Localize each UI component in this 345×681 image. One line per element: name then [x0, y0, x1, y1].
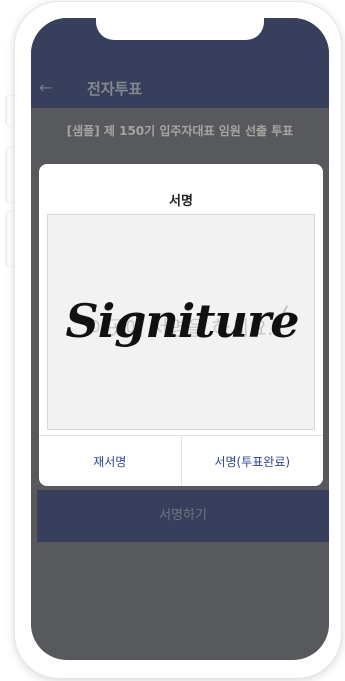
signature-modal: 서명 이곳에 서명을 하세요. ╱ Signiture 재서명 서명(투표완료)	[39, 164, 323, 486]
signature-text: Signiture	[66, 294, 299, 348]
confirm-vote-button[interactable]: 서명(투표완료)	[180, 436, 324, 486]
modal-title: 서명	[169, 194, 193, 209]
modal-footer: 재서명 서명(투표완료)	[39, 435, 323, 486]
phone-notch	[96, 18, 264, 40]
resign-button[interactable]: 재서명	[39, 436, 181, 486]
phone-screen: ← 전자투표 [샘플] 제 150기 입주자대표 임원 선출 투표 서명하기 서…	[31, 18, 329, 660]
signature-stroke: Signiture	[66, 294, 300, 348]
signature-pad[interactable]: 이곳에 서명을 하세요. ╱ Signiture	[47, 214, 315, 430]
device-mockup: ← 전자투표 [샘플] 제 150기 입주자대표 임원 선출 투표 서명하기 서…	[0, 0, 345, 681]
